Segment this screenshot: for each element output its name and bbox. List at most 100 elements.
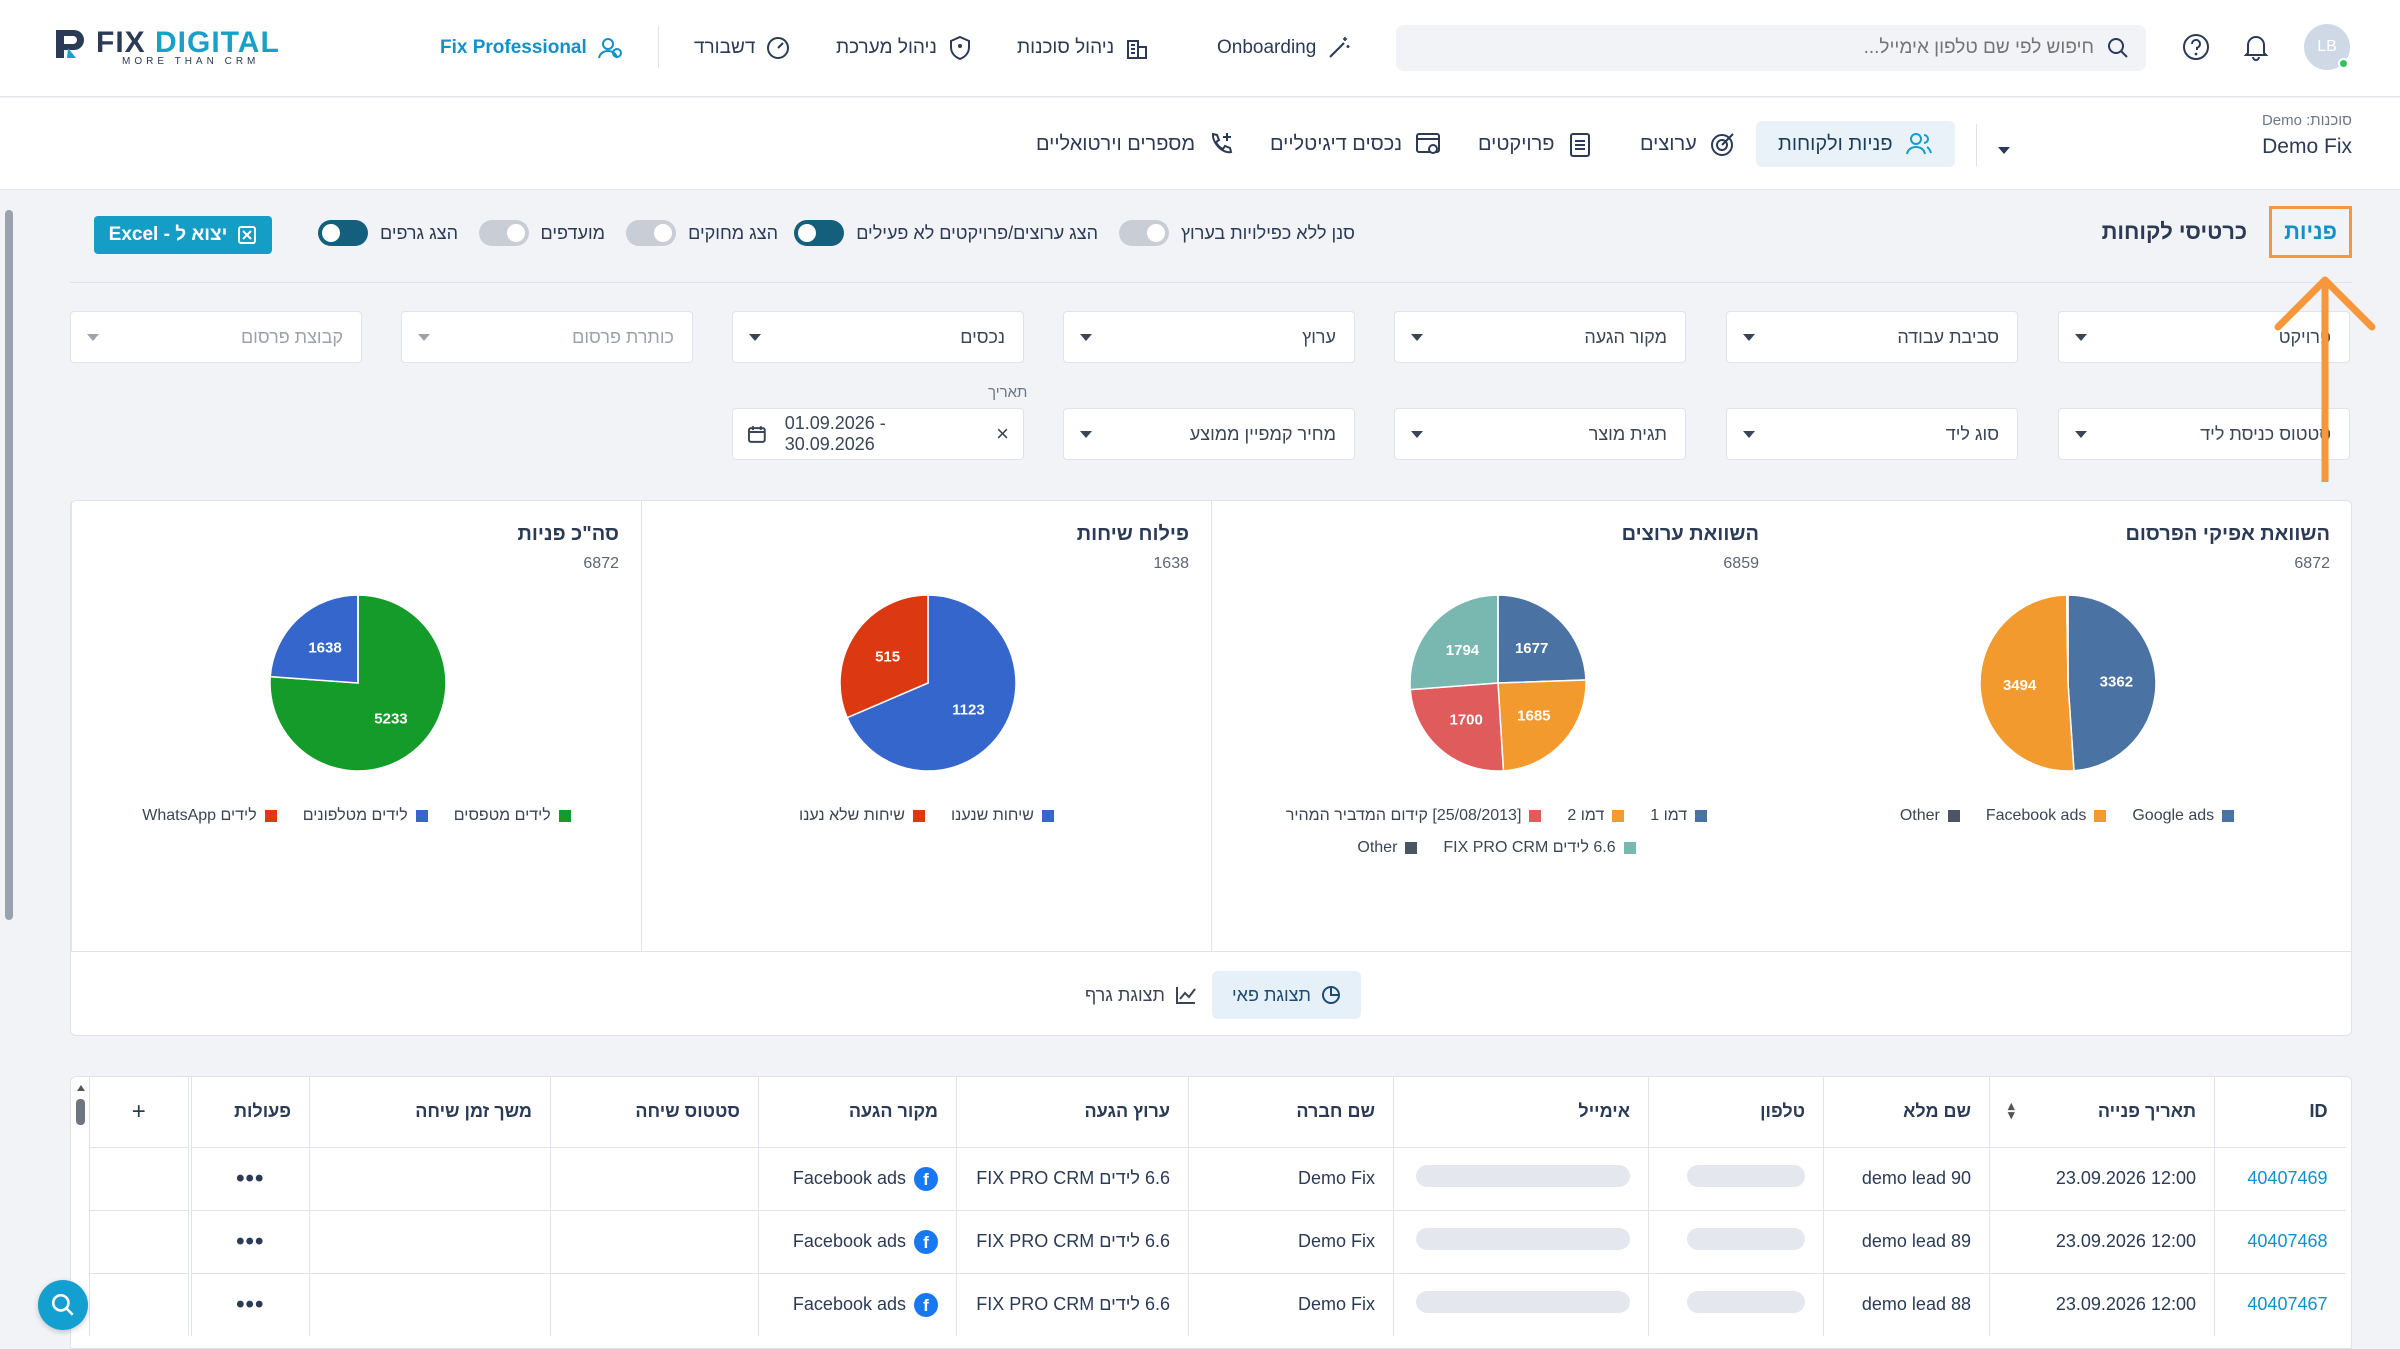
row-actions-button[interactable]: ••• bbox=[187, 1146, 310, 1210]
nav-system-admin[interactable]: ניהול מערכת bbox=[836, 30, 973, 66]
legend-item[interactable]: שיחות שלא נענו bbox=[799, 807, 925, 825]
col-full-name[interactable]: שם מלא bbox=[1823, 1077, 1990, 1147]
table-row[interactable]: 40407468 12:00 23.09.2026 demo lead 89 D… bbox=[89, 1209, 2346, 1273]
help-icon[interactable] bbox=[2180, 31, 2212, 63]
col-call-status[interactable]: סטטוס שיחה bbox=[550, 1077, 759, 1147]
tab-projects[interactable]: פרויקטים bbox=[1456, 121, 1616, 167]
col-phone[interactable]: טלפון bbox=[1648, 1077, 1824, 1147]
sort-icon[interactable]: ▴ ▾ bbox=[2008, 1099, 2015, 1121]
table-scrollbar-thumb[interactable] bbox=[76, 1099, 85, 1125]
pie-slice[interactable] bbox=[1497, 679, 1587, 772]
more-icon[interactable]: ••• bbox=[236, 1165, 264, 1192]
pie-view-button[interactable]: תצוגת פאי bbox=[1212, 971, 1361, 1019]
toggle-switch[interactable] bbox=[794, 220, 845, 246]
pie-chart[interactable]: 1123 515 bbox=[838, 593, 1018, 773]
filter-lead-type[interactable]: סוג ליד bbox=[1726, 408, 2018, 460]
legend-item[interactable]: לידים WhatsApp bbox=[142, 807, 277, 825]
nav-onboarding[interactable]: Onboarding bbox=[1217, 30, 1352, 66]
legend-swatch bbox=[1695, 810, 1708, 822]
legend-label: [25/08/2013] קידום המדביר המהיר bbox=[1285, 807, 1522, 824]
tab-digital-assets[interactable]: נכסים דיגיטליים bbox=[1248, 121, 1464, 167]
toggle-switch[interactable] bbox=[478, 220, 529, 246]
toggle-show-inactive[interactable]: הצג ערוצים/פרויקטים לא פעילים bbox=[794, 220, 1098, 246]
col-source[interactable]: מקור הגעה bbox=[758, 1077, 957, 1147]
agency-selector[interactable]: סוכנות: Demo Demo Fix bbox=[2262, 112, 2352, 159]
legend-item[interactable]: שיחות שנענו bbox=[951, 807, 1054, 825]
more-icon[interactable]: ••• bbox=[236, 1228, 264, 1255]
cell-call-duration bbox=[309, 1146, 551, 1210]
add-column-button[interactable]: + bbox=[89, 1077, 190, 1147]
tab-customer-cards[interactable]: כרטיסי לקוחות bbox=[2102, 219, 2248, 245]
date-range-field[interactable]: 01.09.2026 - 30.09.2026 × bbox=[732, 408, 1024, 460]
toggle-show-deleted[interactable]: הצג מחוקים bbox=[626, 220, 778, 246]
tab-channels[interactable]: ערוצים bbox=[1618, 121, 1759, 167]
legend-item[interactable]: לידים מטפסים bbox=[454, 807, 571, 825]
toggle-no-duplicates[interactable]: סנן ללא כפילויות בערוץ bbox=[1118, 220, 1355, 246]
col-call-duration[interactable]: משך זמן שיחה bbox=[309, 1077, 551, 1147]
toggle-switch[interactable] bbox=[1118, 220, 1169, 246]
logo[interactable]: FIX DIGITAL MORE THAN CRM bbox=[52, 26, 282, 68]
export-excel-button[interactable]: יצוא ל - Excel bbox=[94, 216, 272, 254]
filter-avg-campaign-price[interactable]: מחיר קמפיין ממוצע bbox=[1063, 408, 1355, 460]
page-scrollbar-thumb[interactable] bbox=[5, 210, 13, 920]
page-scrollbar[interactable] bbox=[4, 196, 14, 1346]
legend-item[interactable]: לידים מטלפונים bbox=[303, 807, 428, 825]
floating-search-button[interactable] bbox=[38, 1280, 88, 1330]
filter-assets[interactable]: נכסים bbox=[732, 311, 1024, 363]
user-avatar[interactable]: LB bbox=[2304, 24, 2350, 70]
scroll-up-icon[interactable] bbox=[77, 1085, 85, 1091]
cell-id[interactable]: 40407467 bbox=[2214, 1272, 2346, 1336]
tab-leads-customers[interactable]: פניות ולקוחות bbox=[1756, 121, 1955, 167]
legend-item[interactable]: Facebook ads bbox=[1986, 807, 2107, 825]
toggle-show-charts[interactable]: הצג גרפים bbox=[317, 220, 458, 246]
pie-chart[interactable]: 1677 1685 1700 1794 bbox=[1408, 593, 1588, 773]
legend-item[interactable]: Other bbox=[1900, 807, 1960, 825]
table-header-row: ID תאריך פנייה ▴ ▾ שם מלא טלפון אימייל שם … bbox=[89, 1077, 2346, 1147]
pie-slice[interactable] bbox=[1497, 594, 1587, 684]
filter-ad-group[interactable]: קבוצת פרסום bbox=[70, 311, 362, 363]
col-email[interactable]: אימייל bbox=[1393, 1077, 1649, 1147]
filter-source[interactable]: מקור הגעה bbox=[1394, 311, 1686, 363]
col-date[interactable]: תאריך פנייה ▴ ▾ bbox=[1989, 1077, 2215, 1147]
nav-agencies[interactable]: ניהול סוכנות bbox=[1017, 30, 1150, 66]
legend-swatch bbox=[264, 810, 277, 822]
cell-id[interactable]: 40407469 bbox=[2214, 1146, 2346, 1210]
legend-swatch bbox=[415, 810, 428, 822]
legend-item[interactable]: Other bbox=[1357, 839, 1418, 857]
pie-chart[interactable]: 5233 1638 bbox=[268, 593, 448, 773]
row-actions-button[interactable]: ••• bbox=[187, 1272, 310, 1336]
table-row[interactable]: 40407469 12:00 23.09.2026 demo lead 90 D… bbox=[89, 1146, 2346, 1210]
tab-leads[interactable]: פניות bbox=[2269, 206, 2352, 258]
nav-dashboard[interactable]: דשבורד bbox=[694, 30, 791, 66]
toggle-switch[interactable] bbox=[317, 220, 368, 246]
toggle-switch[interactable] bbox=[626, 220, 677, 246]
table-row[interactable]: 40407467 12:00 23.09.2026 demo lead 88 D… bbox=[89, 1272, 2346, 1336]
col-company[interactable]: שם חברה bbox=[1188, 1077, 1394, 1147]
agency-caret-icon[interactable] bbox=[1998, 147, 2010, 154]
filter-workspace[interactable]: סביבת עבודה bbox=[1726, 311, 2018, 363]
cell-call-status bbox=[550, 1272, 759, 1336]
bell-icon[interactable] bbox=[2240, 31, 2272, 63]
legend-item[interactable]: דמו 2 bbox=[1567, 807, 1625, 825]
row-actions-button[interactable]: ••• bbox=[187, 1209, 310, 1273]
legend-item[interactable]: [25/08/2013] קידום המדביר המהיר bbox=[1286, 807, 1542, 825]
graph-view-button[interactable]: תצוגת גרף bbox=[1065, 971, 1217, 1019]
legend-item[interactable]: Google ads bbox=[2132, 807, 2235, 825]
global-search[interactable] bbox=[1396, 25, 2146, 71]
filter-ad-title[interactable]: כותרת פרסום bbox=[401, 311, 693, 363]
pie-chart[interactable]: 3362 3494 bbox=[1978, 593, 2158, 773]
tab-virtual-numbers[interactable]: מספרים וירטואליים bbox=[1014, 121, 1257, 167]
col-id[interactable]: ID bbox=[2214, 1077, 2346, 1147]
clear-date-icon[interactable]: × bbox=[996, 421, 1009, 447]
cell-id[interactable]: 40407468 bbox=[2214, 1209, 2346, 1273]
toggle-favorites[interactable]: מועדפים bbox=[478, 220, 605, 246]
more-icon[interactable]: ••• bbox=[236, 1291, 264, 1318]
legend-item[interactable]: 6.6 לידים FIX PRO CRM bbox=[1443, 839, 1636, 857]
tab-label: פניות ולקוחות bbox=[1778, 132, 1893, 155]
col-channel[interactable]: ערוץ הגעה bbox=[956, 1077, 1189, 1147]
filter-product-tag[interactable]: תגית מוצר bbox=[1394, 408, 1686, 460]
filter-channel[interactable]: ערוץ bbox=[1063, 311, 1355, 363]
search-input[interactable] bbox=[1412, 37, 2094, 59]
nav-fix-professional[interactable]: Fix Professional bbox=[440, 30, 623, 66]
legend-item[interactable]: דמו 1 bbox=[1650, 807, 1708, 825]
